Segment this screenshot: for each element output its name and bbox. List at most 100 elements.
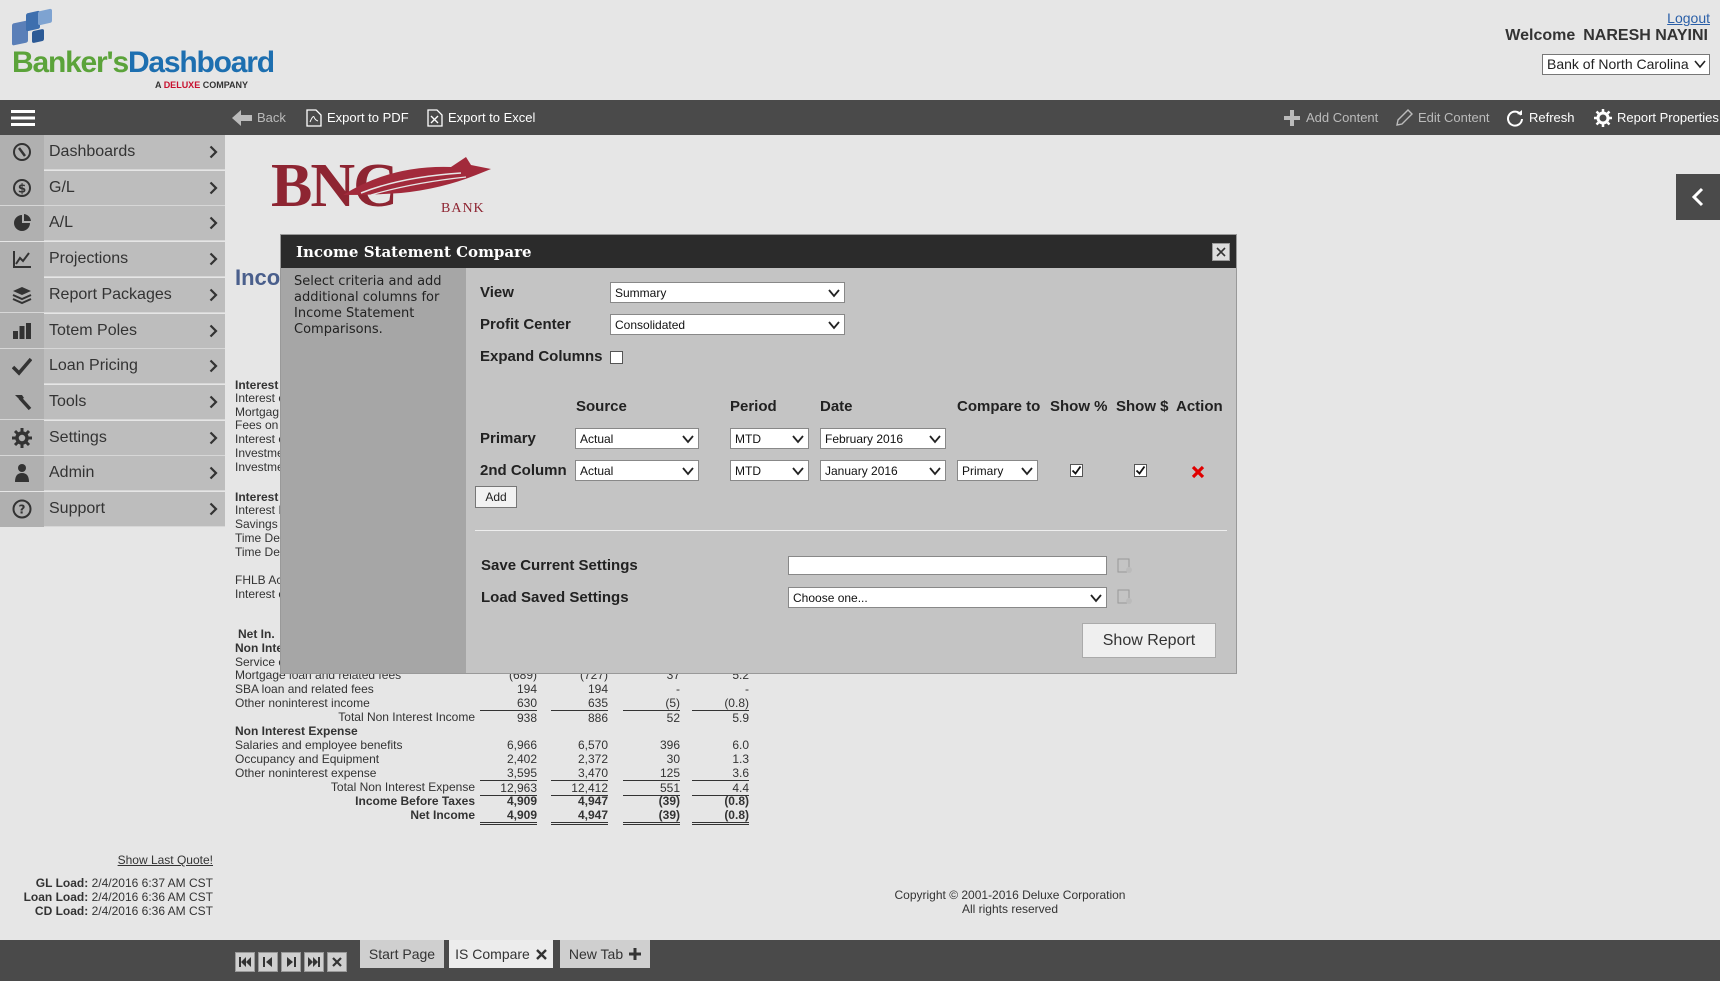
row-value: 6.0 (732, 738, 749, 752)
row-value: 4,947 (577, 794, 608, 808)
dialog-close-button[interactable] (1212, 243, 1230, 261)
report-line-partial: Time De (235, 545, 280, 559)
close-tab-icon[interactable] (535, 948, 547, 960)
row-label: Other noninterest expense (235, 766, 377, 780)
show-last-quote-link[interactable]: Show Last Quote! (0, 853, 213, 867)
logout-link[interactable]: Logout (1667, 10, 1710, 26)
sidebar-item-admin[interactable]: Admin (0, 455, 225, 492)
back-button[interactable]: Back (232, 100, 286, 135)
show-report-button[interactable]: Show Report (1082, 623, 1216, 658)
chevron-right-icon (201, 145, 225, 159)
menu-toggle-button[interactable] (11, 100, 35, 135)
hammer-icon (0, 384, 44, 420)
brand-tagline: A DELUXE COMPANY (155, 80, 249, 90)
view-select[interactable]: Summary (610, 282, 845, 303)
date-header: Date (820, 398, 853, 415)
primary-source-select[interactable]: Actual (575, 428, 699, 449)
sidebar-item-a-l[interactable]: A/L (0, 205, 225, 242)
row-value: 194 (516, 682, 537, 696)
delete-column-icon[interactable] (1191, 465, 1205, 479)
report-line-partial: Investme (235, 460, 284, 474)
sidebar-item-projections[interactable]: Projections (0, 241, 225, 278)
report-properties-button[interactable]: Report Properties (1594, 100, 1719, 135)
sidebar-item-g-l[interactable]: $ G/L (0, 170, 225, 206)
show-dollar-header: Show $ (1116, 398, 1169, 415)
show-percent-header: Show % (1050, 398, 1108, 415)
row-value: 4,909 (506, 794, 537, 808)
expand-columns-checkbox[interactable] (610, 351, 623, 364)
chevron-right-icon (201, 324, 225, 338)
show-dollar-checkbox[interactable] (1134, 464, 1147, 477)
toolbar: Back Export to PDF Export to Excel Add C… (0, 100, 1720, 135)
tab-is-compare[interactable]: IS Compare (449, 940, 553, 968)
edit-content-button[interactable]: Edit Content (1395, 100, 1490, 135)
sidebar-item-label: Dashboards (49, 143, 136, 160)
next-tab-button[interactable] (281, 952, 301, 972)
chevron-down-icon (1090, 594, 1102, 603)
sidebar-item-report-packages[interactable]: Report Packages (0, 277, 225, 313)
sidebar-item-label: Admin (49, 464, 95, 482)
save-icon[interactable] (1117, 558, 1133, 574)
delete-settings-icon[interactable] (1117, 589, 1133, 605)
sidebar-item-loan-pricing[interactable]: Loan Pricing (0, 348, 225, 385)
second-period-select[interactable]: MTD (730, 460, 809, 481)
row-value: 3.6 (692, 766, 749, 781)
show-percent-checkbox[interactable] (1070, 464, 1083, 477)
sidebar-item-label: Projections (49, 250, 129, 268)
load-settings-select[interactable]: Choose one... (788, 587, 1107, 608)
tab-start-page[interactable]: Start Page (360, 940, 444, 968)
chevron-down-icon (1021, 467, 1033, 476)
sidebar-item-settings[interactable]: Settings (0, 420, 225, 456)
second-compare-to-select[interactable]: Primary (957, 460, 1038, 481)
previous-tab-button[interactable] (258, 952, 278, 972)
sidebar-item-label: Settings (49, 428, 107, 446)
bnc-bank-logo: BNC BANK (271, 155, 511, 217)
second-column-row-label: 2nd Column (480, 462, 567, 479)
close-all-tabs-button[interactable] (327, 952, 347, 972)
report-line-partial: Time De (235, 531, 280, 545)
collapse-panel-button[interactable] (1676, 174, 1720, 220)
gl-load-status: GL Load: 2/4/2016 6:37 AM CST (35, 876, 213, 890)
table-row: Occupancy and Equipment 2,402 2,372 30 1.3 (235, 752, 965, 766)
row-value: (0.8) (692, 808, 749, 825)
refresh-button[interactable]: Refresh (1506, 100, 1575, 135)
gear-icon (1594, 108, 1612, 127)
tab-new-tab[interactable]: New Tab (560, 940, 650, 968)
back-arrow-icon (232, 109, 252, 126)
export-excel-button[interactable]: Export to Excel (427, 100, 535, 135)
line-chart-icon (0, 241, 44, 277)
save-settings-input[interactable] (788, 556, 1107, 575)
last-tab-button[interactable] (304, 952, 324, 972)
table-row: Non Interest Expense (235, 724, 965, 738)
plus-icon (1284, 109, 1300, 126)
row-label: Total Non Interest Expense (330, 780, 475, 794)
dialog-title: Income Statement Compare (296, 243, 532, 261)
chevron-down-icon (828, 321, 840, 330)
checkmark-icon (1071, 465, 1082, 475)
sidebar-item-dashboards[interactable]: Dashboards (0, 134, 225, 170)
row-value: 635 (551, 696, 608, 711)
add-column-button[interactable]: Add (475, 486, 517, 508)
table-row: Other noninterest expense 3,595 3,470 125 3.… (235, 766, 965, 781)
row-value: 4,909 (480, 808, 537, 825)
add-content-button[interactable]: Add Content (1283, 100, 1378, 135)
first-tab-button[interactable] (235, 952, 255, 972)
chevron-right-icon (201, 359, 225, 373)
second-date-select[interactable]: January 2016 (820, 460, 946, 481)
second-source-select[interactable]: Actual (575, 460, 699, 481)
sidebar-item-support[interactable]: ? Support (0, 491, 225, 527)
bank-select[interactable]: Bank of North Carolina (1542, 54, 1710, 75)
copyright: Copyright © 2001-2016 Deluxe Corporation… (894, 888, 1126, 916)
export-pdf-button[interactable]: Export to PDF (306, 100, 409, 135)
chevron-right-icon (201, 395, 225, 409)
profit-center-select[interactable]: Consolidated (610, 314, 845, 335)
row-value: - (745, 682, 749, 696)
primary-period-select[interactable]: MTD (730, 428, 809, 449)
report-line-partial: Fees on (235, 418, 279, 432)
row-value: 3,595 (480, 766, 537, 781)
primary-date-select[interactable]: February 2016 (820, 428, 946, 449)
sidebar-item-tools[interactable]: Tools (0, 384, 225, 420)
bar-chart-icon (0, 313, 44, 348)
sidebar-item-totem-poles[interactable]: Totem Poles (0, 313, 225, 349)
table-row: SBA loan and related fees 194 194 - - (235, 682, 965, 696)
